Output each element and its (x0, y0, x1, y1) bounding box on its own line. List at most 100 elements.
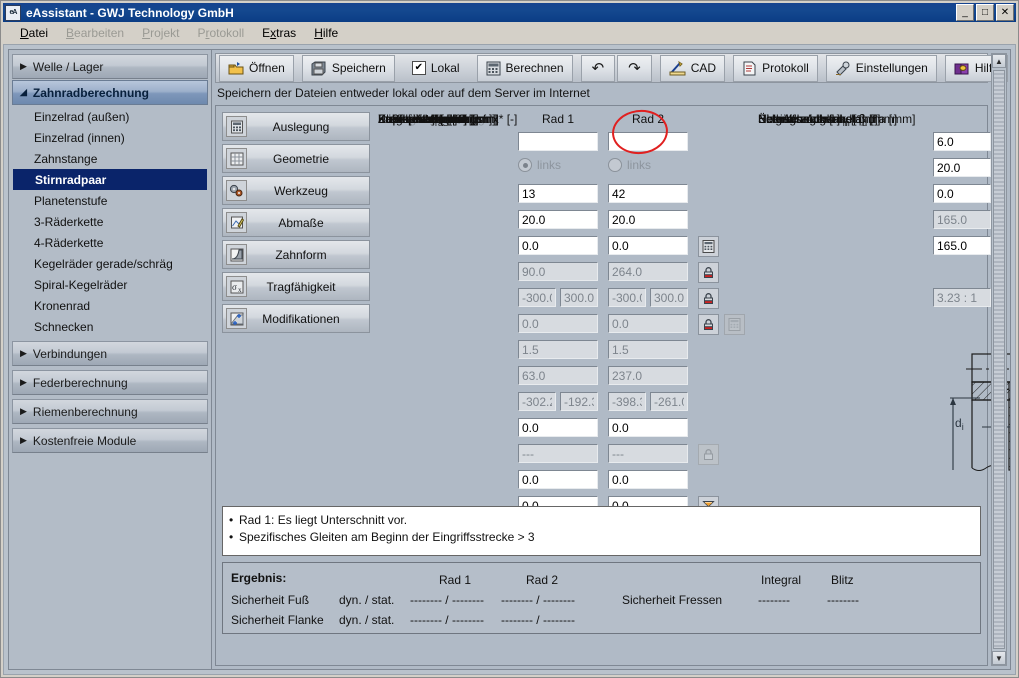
results-row-label-fuss: Sicherheit Fuß (231, 593, 309, 607)
input-kopfkreisabmass-rad1-lower[interactable] (518, 288, 556, 307)
sidebar-item-3-raederkette[interactable]: 3-Räderkette (12, 211, 208, 232)
calculator-button-profilverschiebung[interactable] (698, 236, 719, 257)
input-kopfhoehenaenderung-rad2[interactable] (608, 314, 688, 333)
input-betriebs-achsabstand[interactable] (933, 236, 991, 255)
input-fusskreis-rad1[interactable] (518, 366, 598, 385)
input-zahnbreite-rad1[interactable] (518, 210, 598, 229)
tab-label: Tragfähigkeit (247, 280, 369, 294)
sidebar-group-riemenberechnung[interactable]: ▶ Riemenberechnung (12, 399, 208, 424)
local-checkbox[interactable]: ✔ (412, 61, 426, 75)
input-kopfspiel-rad1[interactable] (518, 340, 598, 359)
lock-button-kopfhoehenaenderung[interactable] (698, 314, 719, 335)
cad-icon (669, 61, 686, 76)
sidebar-group-zahnradberechnung[interactable]: ◢ Zahnradberechnung (12, 80, 208, 105)
menu-bearbeiten[interactable]: Bearbeiten (57, 24, 133, 42)
menu-protokoll[interactable]: Protokoll (188, 24, 253, 42)
input-innen-aussen-rad2[interactable] (608, 418, 688, 437)
tab-auslegung[interactable]: Auslegung (222, 112, 370, 141)
sidebar-item-einzelrad-innen[interactable]: Einzelrad (innen) (12, 127, 208, 148)
input-kommentar-rad1[interactable] (518, 132, 598, 151)
tab-modifikationen[interactable]: Modifikationen (222, 304, 370, 333)
input-fusskreisabmass-rad2-upper[interactable] (650, 392, 688, 411)
input-kommentar-rad2[interactable] (608, 132, 688, 151)
tab-abmasse[interactable]: Abmaße (222, 208, 370, 237)
input-zaehnezahl-rad2[interactable] (608, 184, 688, 203)
calculate-button[interactable]: Berechnen (477, 55, 573, 82)
input-profilverschiebung-rad2[interactable] (608, 236, 688, 255)
radio-schraegungsrichtung-rad2[interactable]: links (608, 158, 651, 172)
sidebar-group-kostenfreie-module[interactable]: ▶ Kostenfreie Module (12, 428, 208, 453)
checkmark-icon: ✔ (415, 63, 423, 73)
sidebar-item-zahnstange[interactable]: Zahnstange (12, 148, 208, 169)
lock-button-kopfkreis[interactable] (698, 262, 719, 283)
input-fusskreisabmass-rad1-upper[interactable] (560, 392, 598, 411)
sidebar-group-verbindungen[interactable]: ▶ Verbindungen (12, 341, 208, 366)
save-button[interactable]: Speichern (302, 55, 395, 82)
chevron-right-icon: ▶ (20, 349, 27, 358)
vertical-scrollbar[interactable]: ▲ ▼ (991, 53, 1007, 666)
sidebar-item-kronenrad[interactable]: Kronenrad (12, 295, 208, 316)
redo-button[interactable]: ↷ (617, 55, 652, 82)
input-kopfkreisabmass-rad1-upper[interactable] (560, 288, 598, 307)
input-eingriffswinkel[interactable] (933, 158, 991, 177)
sidebar-item-schnecken[interactable]: Schnecken (12, 316, 208, 337)
input-kopfspiel-rad2[interactable] (608, 340, 688, 359)
tab-geometrie[interactable]: Geometrie (222, 144, 370, 173)
scroll-up-button[interactable]: ▲ (992, 54, 1006, 68)
menu-hilfe[interactable]: Hilfe (305, 24, 347, 42)
input-zahnbreite-rad2[interactable] (608, 210, 688, 229)
sidebar-group-label: Zahnradberechnung (33, 86, 149, 100)
radio-schraegungsrichtung-rad1[interactable]: links (518, 158, 561, 172)
input-fase-rad2[interactable] (608, 470, 688, 489)
sidebar-item-stirnradpaar[interactable]: Stirnradpaar (13, 169, 207, 190)
local-checkbox-item[interactable]: ✔ Lokal (403, 55, 469, 82)
input-innen-aussen-rad1[interactable] (518, 418, 598, 437)
chevron-down-icon: ◢ (20, 88, 27, 97)
tab-zahnform[interactable]: Zahnform (222, 240, 370, 269)
input-kopfkreisabmass-rad2-lower[interactable] (608, 288, 646, 307)
input-fase-rad1[interactable] (518, 470, 598, 489)
sidebar-item-4-raederkette[interactable]: 4-Räderkette (12, 232, 208, 253)
input-schraegungswinkel[interactable] (933, 184, 991, 203)
input-profilverschiebung-rad1[interactable] (518, 236, 598, 255)
tab-tragfaehigkeit[interactable]: σx Tragfähigkeit (222, 272, 370, 301)
input-normalmodul[interactable] (933, 132, 991, 151)
undo-button[interactable]: ↶ (581, 55, 616, 82)
input-stegbreite-rad1[interactable] (518, 444, 598, 463)
modifications-icon (226, 308, 247, 329)
sidebar-item-planetenstufe[interactable]: Planetenstufe (12, 190, 208, 211)
tab-werkzeug[interactable]: Werkzeug (222, 176, 370, 205)
results-box: Ergebnis: Rad 1 Rad 2 Integral Blitz Sic… (222, 562, 981, 634)
lock-button-kopfkreisabmass[interactable] (698, 288, 719, 309)
menu-extras[interactable]: Extras (253, 24, 305, 42)
input-kopfkreis-rad2[interactable] (608, 262, 688, 281)
sidebar-group-federberechnung[interactable]: ▶ Federberechnung (12, 370, 208, 395)
scrollbar-thumb[interactable] (993, 70, 1005, 649)
input-fusskreis-rad2[interactable] (608, 366, 688, 385)
input-kopfkreisabmass-rad2-upper[interactable] (650, 288, 688, 307)
input-fusskreisabmass-rad2-lower[interactable] (608, 392, 646, 411)
menu-projekt[interactable]: Projekt (133, 24, 188, 42)
open-button[interactable]: Öffnen (219, 55, 294, 82)
sidebar: ▶ Welle / Lager ◢ Zahnradberechnung Einz… (9, 50, 212, 669)
sidebar-group-welle-lager[interactable]: ▶ Welle / Lager (12, 54, 208, 79)
input-stegbreite-rad2[interactable] (608, 444, 688, 463)
input-null-achsabstand[interactable] (933, 210, 991, 229)
chevron-right-icon: ▶ (20, 378, 27, 387)
scroll-down-button[interactable]: ▼ (992, 651, 1006, 665)
sidebar-item-spiral-kegelraeder[interactable]: Spiral-Kegelräder (12, 274, 208, 295)
menu-datei[interactable]: DDateiatei (11, 24, 57, 42)
input-kopfhoehenaenderung-rad1[interactable] (518, 314, 598, 333)
input-fusskreisabmass-rad1-lower[interactable] (518, 392, 556, 411)
minimize-button[interactable]: _ (956, 4, 974, 21)
sidebar-item-einzelrad-aussen[interactable]: Einzelrad (außen) (12, 106, 208, 127)
maximize-button[interactable]: □ (976, 4, 994, 21)
close-button[interactable]: ✕ (996, 4, 1014, 21)
sidebar-item-kegelraeder[interactable]: Kegelräder gerade/schräg (12, 253, 208, 274)
protocol-button[interactable]: Protokoll (733, 55, 818, 82)
input-kopfkreis-rad1[interactable] (518, 262, 598, 281)
input-uebersetzung[interactable] (933, 288, 991, 307)
settings-button[interactable]: Einstellungen (826, 55, 937, 82)
cad-button[interactable]: CAD (660, 55, 725, 82)
input-zaehnezahl-rad1[interactable] (518, 184, 598, 203)
